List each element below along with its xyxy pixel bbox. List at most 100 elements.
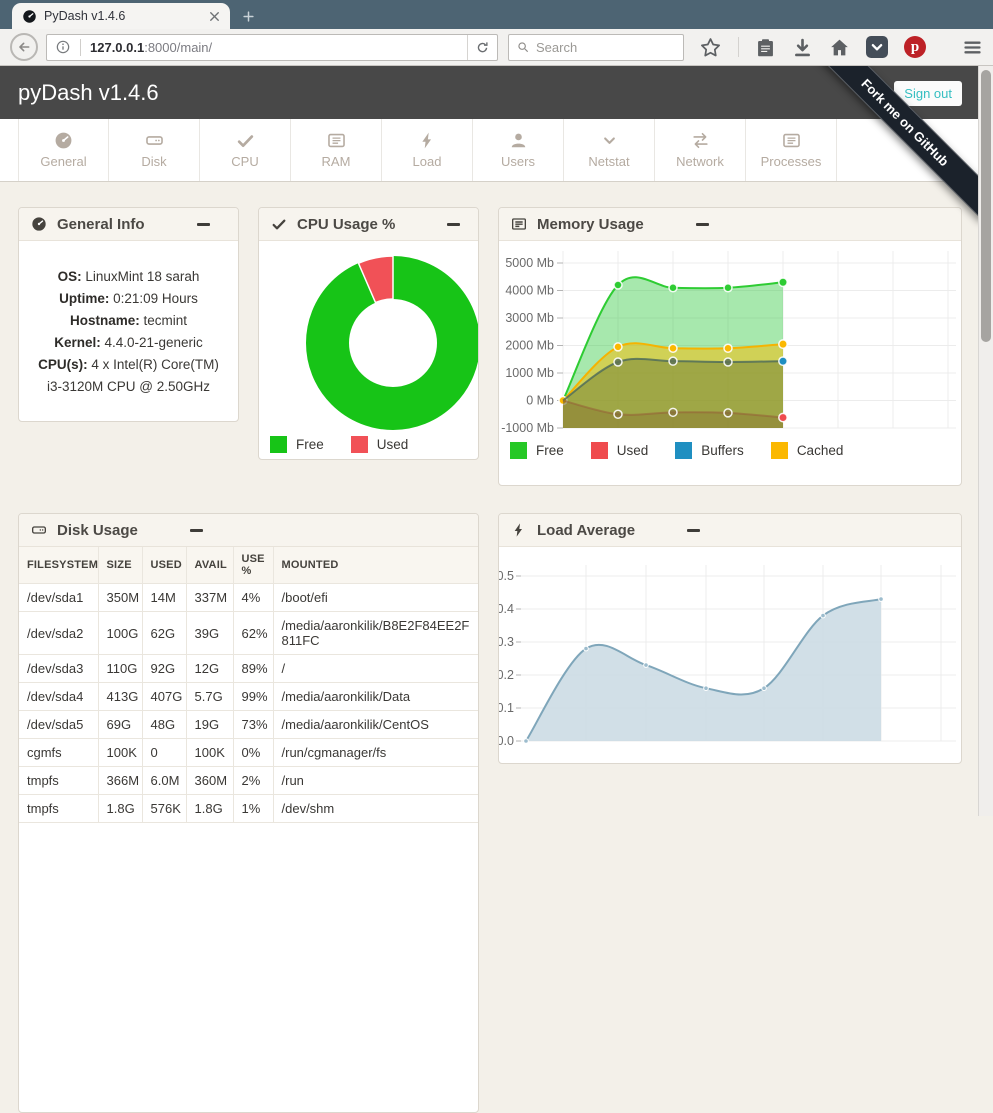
disk-cell: 14M: [142, 584, 186, 612]
new-tab-button[interactable]: [230, 3, 266, 29]
toolbar-separator: [738, 37, 739, 57]
plus-icon: [241, 9, 256, 24]
nav-item-general[interactable]: General: [18, 119, 109, 181]
hdd-icon: [31, 522, 47, 538]
list-alt-icon: [327, 131, 346, 150]
cpu-chart-body: Free Used: [259, 241, 478, 460]
reload-button[interactable]: [467, 35, 497, 60]
disk-row: tmpfs1.8G576K1.8G1%/dev/shm: [19, 795, 478, 823]
check-icon: [236, 131, 255, 150]
page-scrollbar[interactable]: [978, 66, 993, 816]
disk-row: /dev/sda3110G92G12G89%/: [19, 655, 478, 683]
legend-swatch: [510, 442, 527, 459]
disk-cell: 5.7G: [186, 683, 233, 711]
disk-cell: 12G: [186, 655, 233, 683]
reading-list-icon[interactable]: [755, 37, 776, 58]
search-input[interactable]: [536, 40, 676, 55]
search-box[interactable]: [508, 34, 684, 61]
nav-item-label: Users: [501, 154, 535, 169]
tab-close-icon[interactable]: [207, 9, 222, 24]
pocket-icon[interactable]: [866, 36, 888, 58]
legend-item-used: Used: [351, 436, 409, 453]
disk-cell: 62G: [142, 612, 186, 655]
gauge-favicon-icon: [22, 9, 37, 24]
legend-swatch: [675, 442, 692, 459]
disk-cell: /dev/shm: [273, 795, 478, 823]
legend-label: Used: [617, 443, 649, 458]
hamburger-menu-icon[interactable]: [962, 37, 983, 58]
nav-item-processes[interactable]: Processes: [746, 119, 837, 181]
panel-header: CPU Usage %: [259, 208, 478, 241]
user-icon: [509, 131, 528, 150]
panel-header: Memory Usage: [499, 208, 961, 241]
disk-table-header: FILESYSTEMSIZEUSEDAVAILUSE %MOUNTED: [19, 547, 478, 584]
panel-title: CPU Usage %: [297, 216, 395, 233]
bookmark-star-icon[interactable]: [699, 36, 722, 59]
disk-cell: 1%: [233, 795, 273, 823]
legend-item-used: Used: [591, 442, 649, 459]
disk-cell: /dev/sda2: [19, 612, 98, 655]
general-info-line: OS: LinuxMint 18 sarah: [29, 266, 228, 288]
general-info-line: CPU(s): 4 x Intel(R) Core(TM) i3-3120M C…: [29, 354, 228, 398]
svg-text:0.3: 0.3: [499, 635, 514, 649]
disk-column-header: SIZE: [98, 547, 142, 584]
info-icon[interactable]: [55, 39, 71, 55]
legend-swatch: [351, 436, 368, 453]
memory-chart-legend: FreeUsedBuffersCached: [510, 442, 961, 459]
nav-item-label: Load: [413, 154, 442, 169]
legend-swatch: [771, 442, 788, 459]
disk-column-header: FILESYSTEM: [19, 547, 98, 584]
disk-cell: 1.8G: [98, 795, 142, 823]
cpu-chart-legend: Free Used: [270, 436, 408, 453]
collapse-button[interactable]: [447, 223, 460, 226]
gauge-icon: [54, 131, 73, 150]
nav-item-cpu[interactable]: CPU: [200, 119, 291, 181]
nav-item-label: Processes: [761, 154, 822, 169]
disk-cell: 99%: [233, 683, 273, 711]
disk-cell: 413G: [98, 683, 142, 711]
collapse-button[interactable]: [696, 223, 709, 226]
collapse-button[interactable]: [687, 529, 700, 532]
nav-item-ram[interactable]: RAM: [291, 119, 382, 181]
nav-item-users[interactable]: Users: [473, 119, 564, 181]
nav-item-network[interactable]: Network: [655, 119, 746, 181]
chevron-down-icon: [600, 131, 619, 150]
collapse-button[interactable]: [190, 529, 203, 532]
disk-cell: 39G: [186, 612, 233, 655]
legend-item-buffers: Buffers: [675, 442, 744, 459]
nav-item-load[interactable]: Load: [382, 119, 473, 181]
scrollbar-thumb[interactable]: [981, 70, 991, 342]
disk-cell: /media/aaronkilik/B8E2F84EE2F811FC: [273, 612, 478, 655]
disk-cell: 1.8G: [186, 795, 233, 823]
downloads-icon[interactable]: [792, 37, 813, 58]
nav-item-disk[interactable]: Disk: [109, 119, 200, 181]
disk-cell: 100K: [186, 739, 233, 767]
nav-item-netstat[interactable]: Netstat: [564, 119, 655, 181]
svg-text:4000 Mb: 4000 Mb: [505, 284, 554, 298]
home-icon[interactable]: [829, 37, 850, 58]
disk-cell: 69G: [98, 711, 142, 739]
memory-usage-area-chart: 5000 Mb4000 Mb3000 Mb2000 Mb1000 Mb0 Mb-…: [499, 241, 961, 442]
browser-tab[interactable]: PyDash v1.4.6: [12, 3, 230, 29]
disk-cell: /dev/sda4: [19, 683, 98, 711]
legend-label: Free: [296, 437, 324, 452]
browser-toolbar: 127.0.0.1:8000/main/ p: [0, 29, 993, 66]
disk-cell: 0%: [233, 739, 273, 767]
disk-cell: 73%: [233, 711, 273, 739]
cpu-usage-donut-chart: [259, 241, 478, 433]
collapse-button[interactable]: [197, 223, 210, 226]
nav-item-label: General: [40, 154, 86, 169]
disk-cell: 576K: [142, 795, 186, 823]
disk-row: /dev/sda1350M14M337M4%/boot/efi: [19, 584, 478, 612]
disk-cell: 62%: [233, 612, 273, 655]
disk-column-header: MOUNTED: [273, 547, 478, 584]
back-button[interactable]: [10, 33, 38, 61]
url-bar[interactable]: 127.0.0.1:8000/main/: [46, 34, 498, 61]
svg-text:5000 Mb: 5000 Mb: [505, 256, 554, 270]
disk-usage-table: FILESYSTEMSIZEUSEDAVAILUSE %MOUNTED /dev…: [19, 547, 478, 823]
disk-cell: tmpfs: [19, 767, 98, 795]
svg-text:0.0: 0.0: [499, 734, 514, 748]
pinterest-icon[interactable]: p: [904, 36, 926, 58]
disk-cell: 100K: [98, 739, 142, 767]
panel-title: Disk Usage: [57, 522, 138, 539]
